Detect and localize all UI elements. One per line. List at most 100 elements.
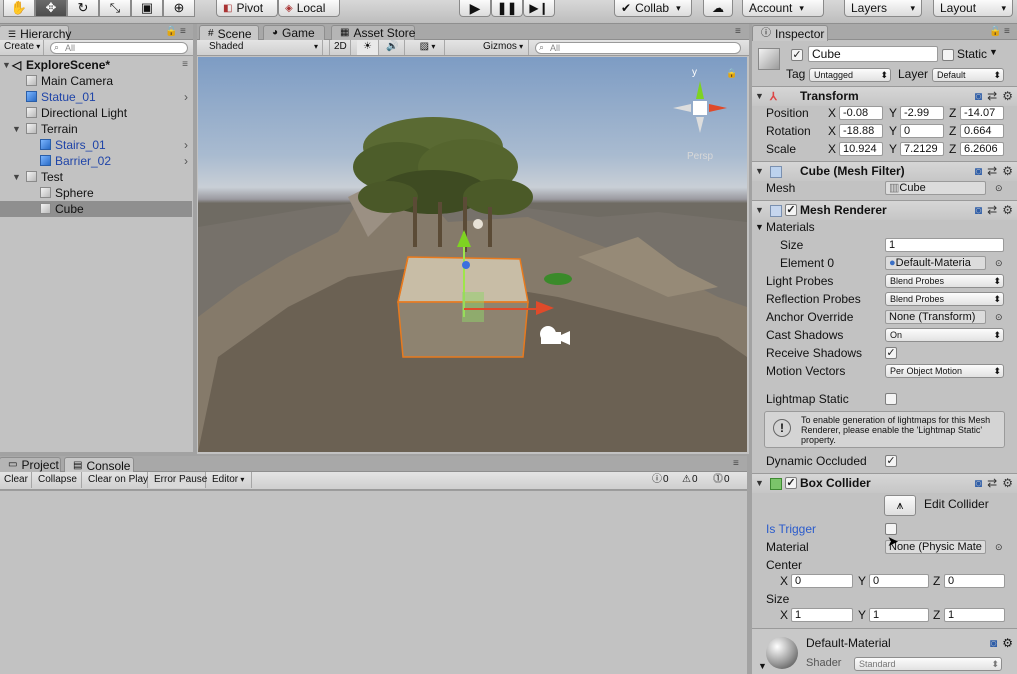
collapse-arrow-icon[interactable]: ▼	[755, 218, 764, 236]
tab-scene[interactable]: # Scene	[199, 25, 259, 41]
scene-root-row[interactable]: ▼ ◁ ExploreScene* ≡	[0, 57, 192, 73]
collapse-arrow-icon[interactable]: ▼	[12, 169, 21, 185]
create-dropdown[interactable]: Create	[0, 40, 44, 55]
scale-tool-button[interactable]: ⤡	[99, 0, 131, 17]
cloud-button[interactable]: ☁	[703, 0, 733, 17]
tab-hierarchy[interactable]: ☰ Hierarchy	[0, 25, 71, 41]
scene-orientation-gizmo[interactable]: y Persp 🔒	[665, 67, 737, 162]
error-pause-button[interactable]: Error Pause	[150, 472, 207, 488]
object-picker-icon[interactable]: ⊙	[995, 538, 1003, 556]
collapse-arrow-icon[interactable]: ▼	[12, 121, 21, 137]
object-name-field[interactable]: Cube	[808, 46, 938, 62]
element0-material-field[interactable]: ●Default-Materia	[885, 256, 986, 270]
collab-dropdown[interactable]: ✔ Collab	[614, 0, 692, 17]
step-button[interactable]: ▶❙	[523, 0, 555, 17]
hierarchy-item-terrain[interactable]: ▼ Terrain	[0, 121, 192, 137]
help-book-icon[interactable]: ◙	[990, 636, 997, 650]
center-z-field[interactable]: 0	[944, 574, 1005, 588]
play-button[interactable]: ▶	[459, 0, 491, 17]
mesh-filter-component-header[interactable]: ▼ Cube (Mesh Filter) ◙ ⇄ ⚙	[752, 161, 1017, 181]
receive-shadows-checkbox[interactable]: ✓	[885, 347, 897, 359]
hierarchy-item-directional-light[interactable]: Directional Light	[0, 105, 192, 121]
hierarchy-item-statue[interactable]: Statue_01 ›	[0, 89, 192, 105]
transform-component-header[interactable]: ▼ ⅄ Transform ◙ ⇄ ⚙	[752, 86, 1017, 106]
gizmos-dropdown[interactable]: Gizmos	[479, 40, 529, 55]
size-y-field[interactable]: 1	[869, 608, 929, 622]
lock-icon[interactable]: 🔒	[165, 26, 177, 37]
help-book-icon[interactable]: ◙	[975, 474, 982, 493]
box-collider-enabled-checkbox[interactable]: ✓	[785, 477, 797, 489]
collapse-arrow-icon[interactable]: ▼	[2, 57, 11, 73]
light-probes-dropdown[interactable]: Blend Probes	[885, 274, 1004, 288]
panel-menu-icon[interactable]: ≡	[735, 26, 741, 37]
local-toggle[interactable]: ◈ Local	[278, 0, 340, 17]
error-count[interactable]: ⓵0	[713, 474, 730, 486]
hierarchy-item-main-camera[interactable]: Main Camera	[0, 73, 192, 89]
rotation-z-field[interactable]: 0.664	[960, 124, 1004, 138]
box-collider-component-header[interactable]: ▼ ✓ Box Collider ◙ ⇄ ⚙	[752, 473, 1017, 493]
hierarchy-search-input[interactable]: All	[50, 42, 188, 54]
physic-material-field[interactable]: None (Physic Mate	[885, 540, 986, 554]
reflection-probes-dropdown[interactable]: Blend Probes	[885, 292, 1004, 306]
hierarchy-item-test[interactable]: ▼ Test	[0, 169, 192, 185]
hierarchy-item-cube[interactable]: Cube	[0, 201, 192, 217]
size-z-field[interactable]: 1	[944, 608, 1005, 622]
warning-count[interactable]: ⚠ 0	[682, 474, 698, 486]
position-x-field[interactable]: -0.08	[839, 106, 883, 120]
scene-viewport[interactable]: y Persp 🔒	[198, 57, 747, 452]
gear-icon[interactable]: ⚙	[1002, 474, 1013, 493]
audio-toggle[interactable]: 🔊	[381, 40, 405, 55]
layout-dropdown[interactable]: Layout	[933, 0, 1013, 17]
editor-dropdown[interactable]: Editor	[208, 472, 252, 488]
panel-menu-icon[interactable]: ≡	[180, 26, 186, 37]
rotation-x-field[interactable]: -18.88	[839, 124, 883, 138]
info-count[interactable]: ⓘ 0	[652, 474, 669, 486]
edit-collider-button[interactable]: ⩚	[884, 495, 916, 516]
scene-search-input[interactable]: All	[535, 42, 741, 54]
tab-asset-store[interactable]: ▦ Asset Store	[331, 25, 415, 40]
layers-dropdown[interactable]: Layers	[844, 0, 922, 17]
panel-menu-icon[interactable]: ≡	[733, 458, 739, 469]
size-x-field[interactable]: 1	[791, 608, 853, 622]
tab-inspector[interactable]: ⓘ Inspector	[752, 25, 828, 41]
mesh-renderer-component-header[interactable]: ▼ ✓ Mesh Renderer ◙ ⇄ ⚙	[752, 200, 1017, 220]
object-picker-icon[interactable]: ⊙	[995, 254, 1003, 272]
preset-icon[interactable]: ⇄	[987, 474, 997, 493]
chevron-right-icon[interactable]: ›	[184, 153, 188, 169]
dynamic-occluded-checkbox[interactable]: ✓	[885, 455, 897, 467]
hierarchy-item-barrier[interactable]: Barrier_02 ›	[0, 153, 192, 169]
hierarchy-item-sphere[interactable]: Sphere	[0, 185, 192, 201]
object-picker-icon[interactable]: ⊙	[995, 308, 1003, 326]
scale-z-field[interactable]: 6.2606	[960, 142, 1004, 156]
scale-y-field[interactable]: 7.2129	[900, 142, 944, 156]
tab-game[interactable]: ◕ Game	[263, 25, 325, 40]
pause-button[interactable]: ❚❚	[491, 0, 523, 17]
gear-icon[interactable]: ⚙	[1002, 636, 1013, 650]
lock-icon[interactable]: 🔒	[989, 26, 1001, 37]
motion-vectors-dropdown[interactable]: Per Object Motion	[885, 364, 1004, 378]
tag-dropdown[interactable]: Untagged	[809, 68, 891, 82]
active-checkbox[interactable]: ✓	[791, 49, 803, 61]
position-z-field[interactable]: -14.07	[960, 106, 1004, 120]
mesh-object-field[interactable]: ▥Cube	[885, 181, 986, 195]
anchor-override-field[interactable]: None (Transform)	[885, 310, 986, 324]
scale-x-field[interactable]: 10.924	[839, 142, 883, 156]
object-picker-icon[interactable]: ⊙	[995, 179, 1003, 197]
rotation-y-field[interactable]: 0	[900, 124, 944, 138]
lock-icon[interactable]: 🔒	[726, 68, 737, 79]
center-y-field[interactable]: 0	[869, 574, 929, 588]
chevron-right-icon[interactable]: ›	[184, 137, 188, 153]
chevron-down-icon[interactable]: ▼	[989, 47, 998, 57]
rotate-tool-button[interactable]: ↻	[67, 0, 99, 17]
shader-dropdown[interactable]: Standard	[854, 657, 1002, 671]
pivot-toggle[interactable]: ◧ Pivot	[216, 0, 278, 17]
lighting-toggle[interactable]: ☀	[357, 40, 379, 55]
account-dropdown[interactable]: Account	[742, 0, 824, 17]
cast-shadows-dropdown[interactable]: On	[885, 328, 1004, 342]
lightmap-static-checkbox[interactable]	[885, 393, 897, 405]
hand-tool-button[interactable]: ✋	[3, 0, 35, 17]
2d-toggle[interactable]: 2D	[329, 40, 351, 55]
center-x-field[interactable]: 0	[791, 574, 853, 588]
tab-console[interactable]: ▤ Console	[64, 457, 134, 473]
static-checkbox[interactable]	[942, 49, 954, 61]
